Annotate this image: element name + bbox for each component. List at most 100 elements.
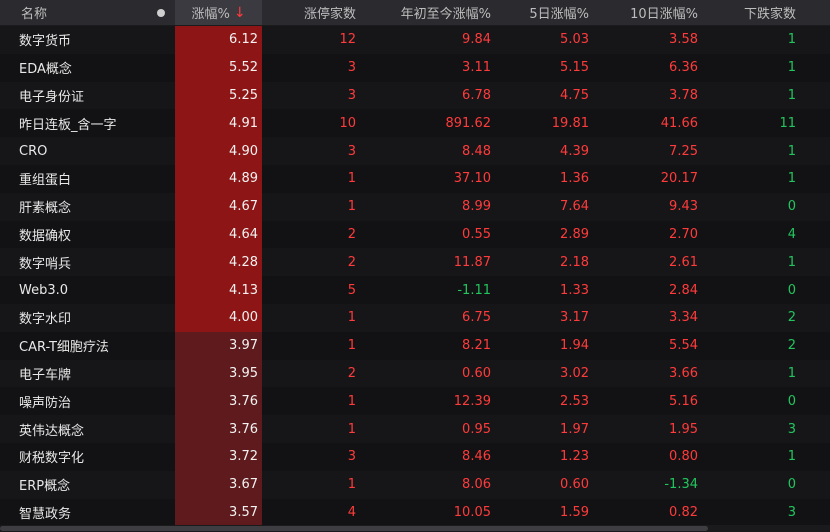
five-day-change: 1.59 bbox=[560, 504, 589, 520]
change-value: 5.52 bbox=[229, 60, 258, 76]
ten-day-change: 3.78 bbox=[669, 87, 698, 103]
limit-up-count: 4 bbox=[347, 504, 356, 520]
column-settings-dot-icon[interactable] bbox=[156, 0, 166, 25]
table-row[interactable]: 财税数字化 3.72 3 8.46 1.23 0.80 1 bbox=[0, 442, 830, 471]
column-header-ytd[interactable]: 年初至今涨幅% bbox=[360, 0, 491, 25]
ten-day-change: 0.82 bbox=[669, 504, 698, 520]
limit-up-count: 5 bbox=[347, 282, 356, 298]
table-row[interactable]: 肝素概念 4.67 1 8.99 7.64 9.43 0 bbox=[0, 192, 830, 221]
table-row[interactable]: 昨日连板_含一字 4.91 10 891.62 19.81 41.66 11 bbox=[0, 109, 830, 138]
limit-up-count: 1 bbox=[347, 171, 356, 187]
five-day-change: 2.53 bbox=[560, 393, 589, 409]
ten-day-change: 5.16 bbox=[669, 393, 698, 409]
change-value: 6.12 bbox=[229, 32, 258, 48]
sort-desc-arrow-icon: ↓ bbox=[233, 4, 246, 21]
ten-day-change: 7.25 bbox=[669, 143, 698, 159]
ytd-change: 9.84 bbox=[462, 32, 491, 48]
five-day-change: 5.03 bbox=[560, 32, 589, 48]
sector-name: 电子车牌 bbox=[19, 367, 72, 383]
limit-up-count: 1 bbox=[347, 477, 356, 493]
column-header-down[interactable]: 下跌家数 bbox=[702, 0, 796, 25]
ten-day-change: 9.43 bbox=[669, 199, 698, 215]
ten-day-change: 5.54 bbox=[669, 338, 698, 354]
ytd-change: 11.87 bbox=[453, 254, 491, 270]
ytd-change: 0.55 bbox=[462, 226, 491, 242]
table-row[interactable]: 电子身份证 5.25 3 6.78 4.75 3.78 1 bbox=[0, 81, 830, 110]
scrollbar-thumb[interactable] bbox=[0, 526, 708, 531]
change-value: 5.25 bbox=[229, 87, 258, 103]
ten-day-change: 3.66 bbox=[669, 365, 698, 381]
sector-name: Web3.0 bbox=[19, 282, 69, 298]
sector-table-body: 数字货币 6.12 12 9.84 5.03 3.58 1 EDA概念 5.52 3 3.11 5.1… bbox=[0, 26, 830, 527]
table-row[interactable]: ERP概念 3.67 1 8.06 0.60 -1.34 0 bbox=[0, 470, 830, 499]
down-count: 1 bbox=[787, 32, 796, 48]
ten-day-change: 3.58 bbox=[669, 32, 698, 48]
five-day-change: 2.18 bbox=[560, 254, 589, 270]
five-day-change: 2.89 bbox=[560, 226, 589, 242]
limit-up-count: 3 bbox=[347, 449, 356, 465]
down-count: 0 bbox=[787, 199, 796, 215]
change-value: 3.95 bbox=[229, 365, 258, 381]
ten-day-change: 0.80 bbox=[669, 449, 698, 465]
sector-name: CAR-T细胞疗法 bbox=[19, 340, 109, 356]
change-value: 4.28 bbox=[229, 254, 258, 270]
column-header-limit-up[interactable]: 涨停家数 bbox=[265, 0, 356, 25]
down-count: 4 bbox=[787, 226, 796, 242]
table-row[interactable]: 英伟达概念 3.76 1 0.95 1.97 1.95 3 bbox=[0, 415, 830, 443]
table-row[interactable]: CAR-T细胞疗法 3.97 1 8.21 1.94 5.54 2 bbox=[0, 331, 830, 360]
column-header-change[interactable]: 涨幅% ↓ bbox=[175, 0, 262, 25]
limit-up-count: 2 bbox=[347, 365, 356, 381]
sector-name: 昨日连板_含一字 bbox=[19, 117, 117, 133]
table-row[interactable]: CRO 4.90 3 8.48 4.39 7.25 1 bbox=[0, 137, 830, 165]
ytd-change: 891.62 bbox=[445, 115, 492, 131]
ytd-change: 8.06 bbox=[462, 477, 491, 493]
ytd-change: -1.11 bbox=[457, 282, 491, 298]
limit-up-count: 1 bbox=[347, 338, 356, 354]
five-day-change: 1.97 bbox=[560, 421, 589, 437]
column-header-10d[interactable]: 10日涨幅% bbox=[593, 0, 698, 25]
table-row[interactable]: 噪声防治 3.76 1 12.39 2.53 5.16 0 bbox=[0, 387, 830, 416]
table-row[interactable]: 电子车牌 3.95 2 0.60 3.02 3.66 1 bbox=[0, 359, 830, 388]
ytd-change: 12.39 bbox=[453, 393, 491, 409]
sector-name: 数据确权 bbox=[19, 228, 72, 244]
down-count: 0 bbox=[787, 477, 796, 493]
sector-name: 英伟达概念 bbox=[19, 423, 85, 439]
sector-name: 数字货币 bbox=[19, 34, 72, 50]
table-row[interactable]: 数字水印 4.00 1 6.75 3.17 3.34 2 bbox=[0, 303, 830, 332]
limit-up-count: 12 bbox=[339, 32, 356, 48]
table-row[interactable]: 重组蛋白 4.89 1 37.10 1.36 20.17 1 bbox=[0, 164, 830, 193]
table-row[interactable]: 数据确权 4.64 2 0.55 2.89 2.70 4 bbox=[0, 220, 830, 249]
ten-day-change: 2.84 bbox=[669, 282, 698, 298]
limit-up-count: 2 bbox=[347, 226, 356, 242]
five-day-change: 7.64 bbox=[560, 199, 589, 215]
down-count: 1 bbox=[787, 449, 796, 465]
table-header: 名称 涨幅% ↓ 涨停家数 年初至今涨幅% 5日涨幅% 10日涨幅% 下跌家数 bbox=[0, 0, 830, 26]
five-day-change: 0.60 bbox=[560, 477, 589, 493]
table-row[interactable]: 智慧政务 3.57 4 10.05 1.59 0.82 3 bbox=[0, 498, 830, 527]
down-count: 1 bbox=[787, 365, 796, 381]
down-count: 2 bbox=[787, 310, 796, 326]
ytd-change: 37.10 bbox=[453, 171, 491, 187]
five-day-change: 4.75 bbox=[560, 87, 589, 103]
change-value: 3.67 bbox=[229, 477, 258, 493]
table-row[interactable]: 数字哨兵 4.28 2 11.87 2.18 2.61 1 bbox=[0, 248, 830, 277]
limit-up-count: 3 bbox=[347, 60, 356, 76]
limit-up-count: 10 bbox=[339, 115, 356, 131]
ten-day-change: 3.34 bbox=[669, 310, 698, 326]
horizontal-scrollbar[interactable] bbox=[0, 525, 830, 532]
table-row[interactable]: 数字货币 6.12 12 9.84 5.03 3.58 1 bbox=[0, 26, 830, 54]
sector-name: 数字哨兵 bbox=[19, 256, 72, 272]
down-count: 0 bbox=[787, 282, 796, 298]
table-row[interactable]: Web3.0 4.13 5 -1.11 1.33 2.84 0 bbox=[0, 276, 830, 304]
change-value: 4.90 bbox=[229, 143, 258, 159]
column-header-5d[interactable]: 5日涨幅% bbox=[495, 0, 589, 25]
change-value: 4.13 bbox=[229, 282, 258, 298]
column-header-name[interactable]: 名称 bbox=[21, 0, 47, 25]
down-count: 3 bbox=[787, 504, 796, 520]
limit-up-count: 3 bbox=[347, 87, 356, 103]
sector-name: 数字水印 bbox=[19, 312, 72, 328]
limit-up-count: 1 bbox=[347, 310, 356, 326]
ytd-change: 8.46 bbox=[462, 449, 491, 465]
ten-day-change: -1.34 bbox=[664, 477, 698, 493]
table-row[interactable]: EDA概念 5.52 3 3.11 5.15 6.36 1 bbox=[0, 53, 830, 82]
